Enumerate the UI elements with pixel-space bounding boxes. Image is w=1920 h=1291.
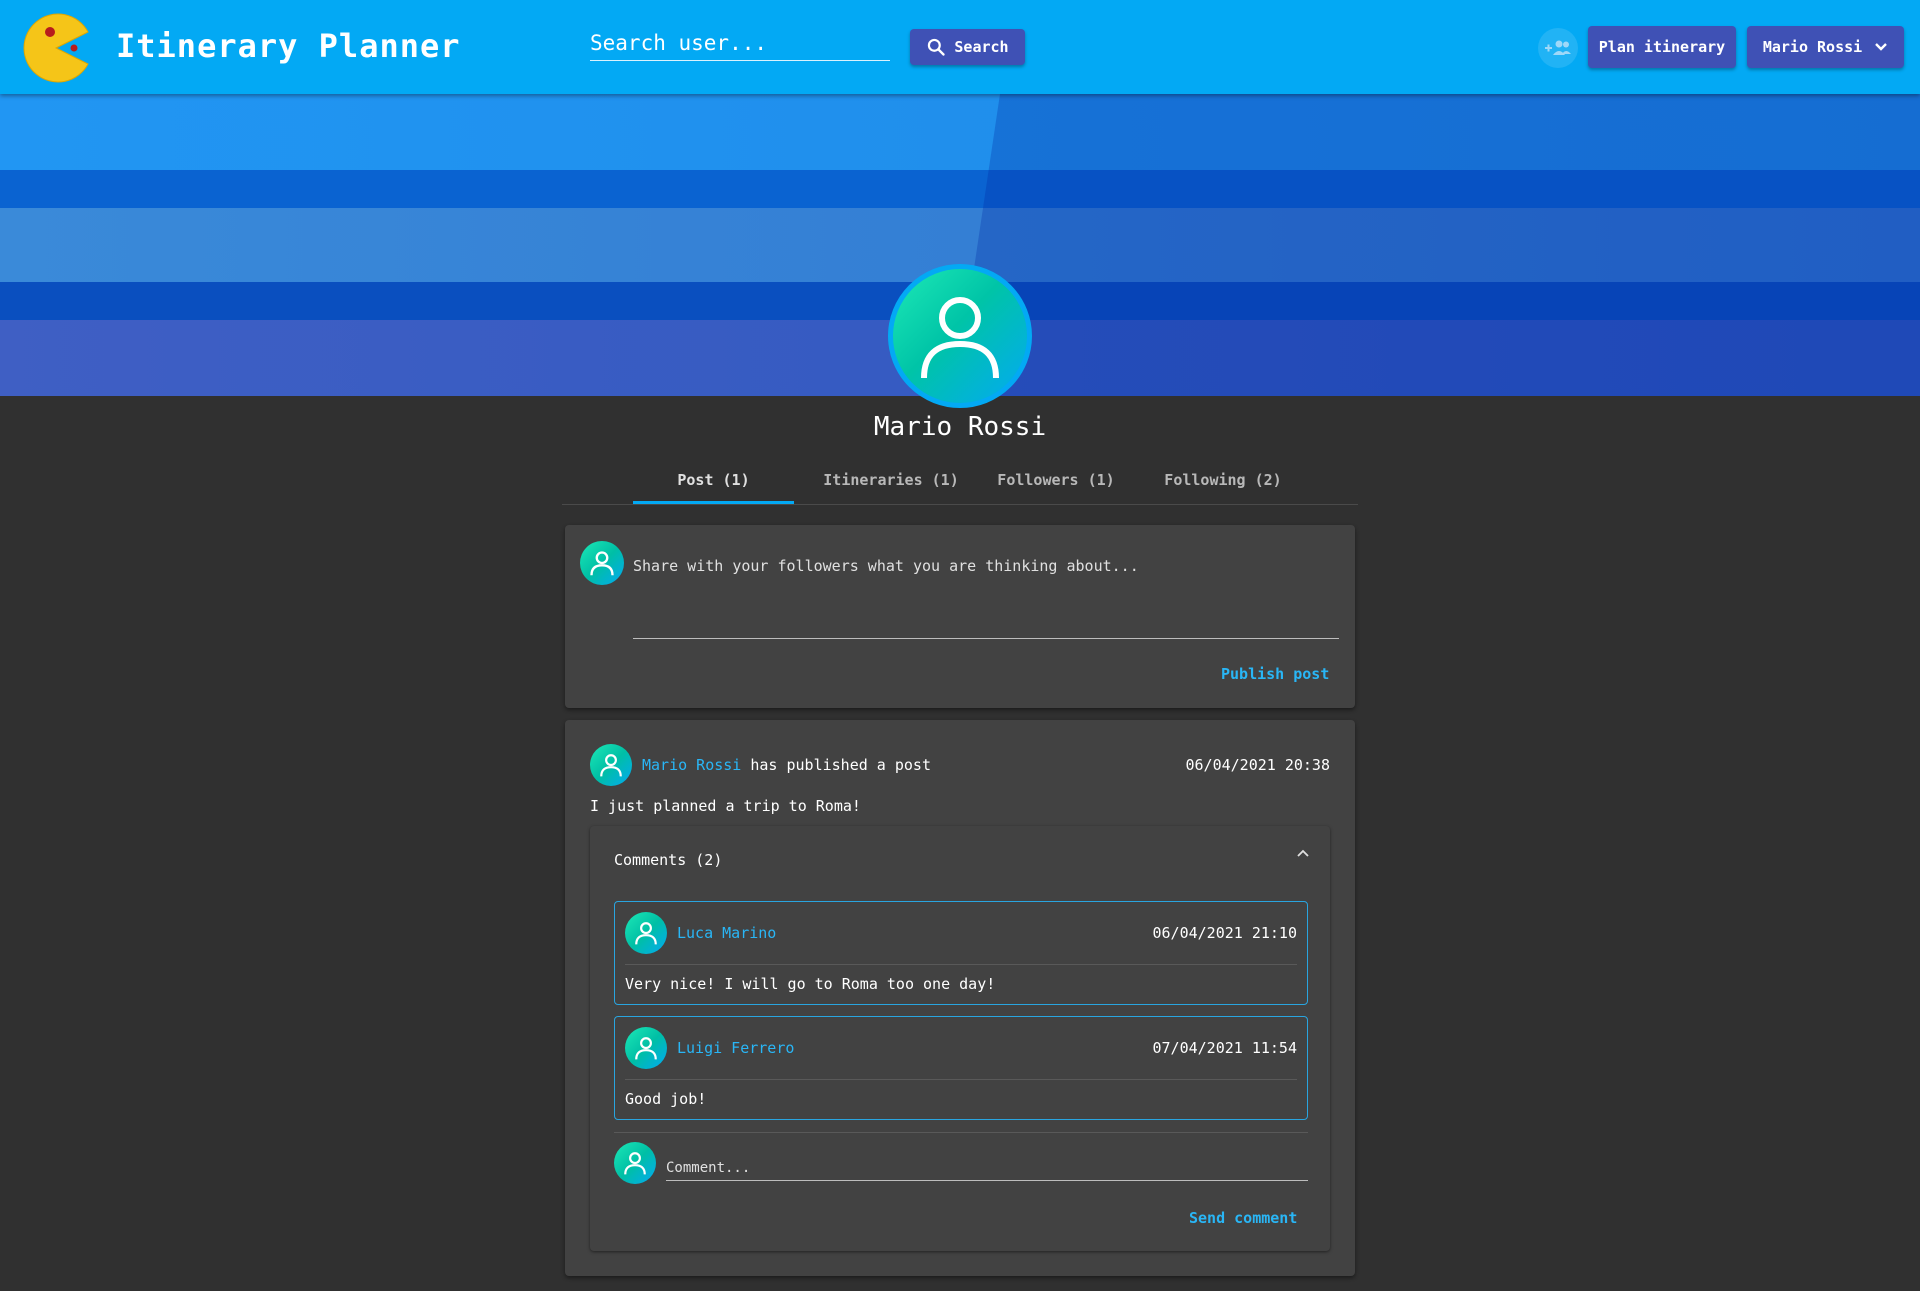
person-icon <box>921 297 999 379</box>
comment-text: Good job! <box>625 1090 707 1108</box>
tab-followers[interactable]: Followers (1) <box>976 456 1136 504</box>
comments-panel: Comments (2) Luca Marino 06/04/2021 21:1… <box>590 826 1330 1251</box>
avatar <box>614 1142 656 1184</box>
profile-avatar <box>888 264 1032 408</box>
post-header: Mario Rossi has published a post <box>642 756 931 774</box>
post-composer-card: Share with your followers what you are t… <box>565 525 1355 708</box>
tab-posts[interactable]: Post (1) <box>633 456 794 504</box>
active-tab-indicator <box>633 501 794 504</box>
comment-author-link[interactable]: Luigi Ferrero <box>677 1039 794 1057</box>
person-icon <box>635 1037 657 1060</box>
person-icon <box>635 922 657 945</box>
comments-divider <box>614 1132 1308 1133</box>
comment-divider <box>625 964 1297 965</box>
user-menu-label: Mario Rossi <box>1762 38 1863 56</box>
follow-requests-button[interactable] <box>1538 28 1578 68</box>
comments-panel-title[interactable]: Comments (2) <box>614 851 722 869</box>
post-card: Mario Rossi has published a post 06/04/2… <box>565 720 1355 1276</box>
comment-item: Luca Marino 06/04/2021 21:10 Very nice! … <box>614 901 1308 1005</box>
avatar <box>625 912 667 954</box>
avatar <box>580 541 624 585</box>
app-title[interactable]: Itinerary Planner <box>116 27 461 65</box>
post-timestamp: 06/04/2021 20:38 <box>1185 756 1331 774</box>
avatar <box>590 744 632 786</box>
person-icon <box>600 754 622 777</box>
publish-post-button[interactable]: Publish post <box>1221 665 1329 683</box>
comment-text: Very nice! I will go to Roma too one day… <box>625 975 996 993</box>
plan-itinerary-button[interactable]: Plan itinerary <box>1588 26 1736 68</box>
post-text: I just planned a trip to Roma! <box>590 797 861 815</box>
chevron-down-icon <box>1875 43 1888 51</box>
profile-tabs: Post (1) Itineraries (1) Followers (1) F… <box>562 456 1358 505</box>
search-button[interactable]: Search <box>910 29 1025 65</box>
pacman-logo-icon[interactable] <box>20 12 92 84</box>
tab-following[interactable]: Following (2) <box>1142 456 1304 504</box>
comment-input-underline <box>666 1180 1308 1181</box>
comment-input[interactable]: Comment... <box>666 1160 750 1176</box>
person-icon <box>624 1152 646 1175</box>
post-action-text: has published a post <box>750 756 931 774</box>
top-app-bar: Itinerary Planner Search Plan itinerary … <box>0 0 1920 94</box>
post-author-link[interactable]: Mario Rossi <box>642 756 741 774</box>
comment-timestamp: 07/04/2021 11:54 <box>1152 1039 1298 1057</box>
tab-itineraries[interactable]: Itineraries (1) <box>802 456 980 504</box>
comment-timestamp: 06/04/2021 21:10 <box>1152 924 1298 942</box>
search-icon <box>928 38 946 56</box>
post-composer-input[interactable]: Share with your followers what you are t… <box>633 557 1139 575</box>
profile-name: Mario Rossi <box>873 412 1047 442</box>
comment-divider <box>625 1079 1297 1080</box>
plan-itinerary-label: Plan itinerary <box>1598 38 1726 56</box>
group-add-icon <box>1545 40 1571 55</box>
comment-author-link[interactable]: Luca Marino <box>677 924 776 942</box>
person-icon <box>590 551 614 576</box>
send-comment-button[interactable]: Send comment <box>1189 1209 1297 1227</box>
composer-underline <box>633 638 1339 639</box>
avatar <box>625 1027 667 1069</box>
comment-item: Luigi Ferrero 07/04/2021 11:54 Good job! <box>614 1016 1308 1120</box>
user-menu-button[interactable]: Mario Rossi <box>1747 26 1904 68</box>
search-button-label: Search <box>954 38 1009 56</box>
chevron-up-icon[interactable] <box>1296 848 1310 858</box>
search-user-input[interactable] <box>590 26 890 61</box>
